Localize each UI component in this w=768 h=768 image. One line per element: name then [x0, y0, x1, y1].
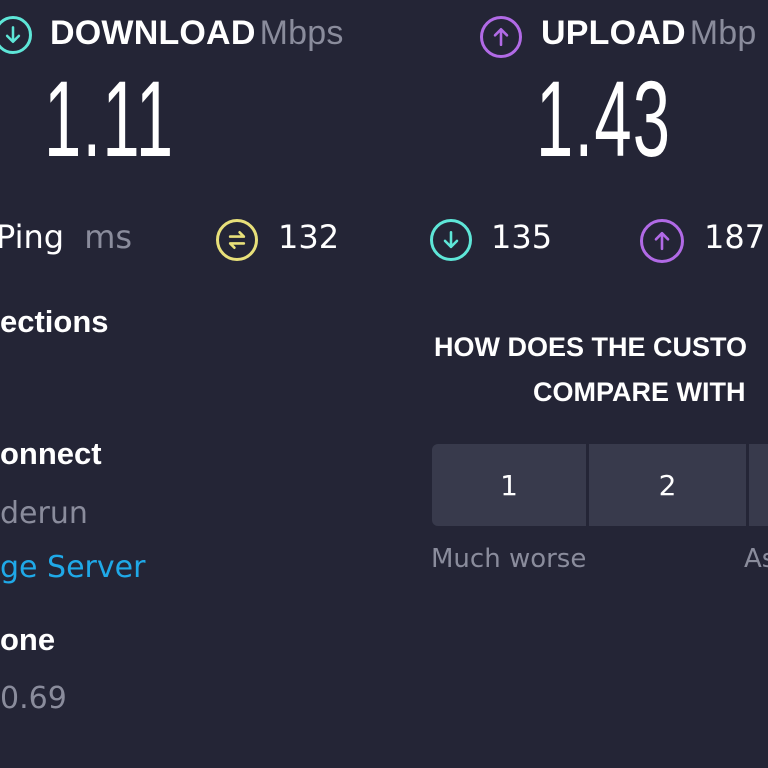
download-label: DOWNLOAD — [50, 14, 256, 52]
connections-heading: ections — [0, 304, 109, 339]
provider-name: derun — [0, 496, 88, 531]
survey-question-line2: COMPARE WITH — [533, 377, 746, 407]
ping-label-group: Ping ms — [0, 218, 132, 256]
download-arrow-icon — [0, 16, 32, 54]
ping-download-value: 135 — [491, 218, 553, 256]
ip-address: 0.69 — [0, 681, 67, 716]
connect-heading: onnect — [0, 436, 102, 471]
upload-speed-value: 1.43 — [536, 58, 672, 179]
ping-idle-value: 132 — [278, 218, 340, 256]
rating-mid-label: As — [744, 544, 768, 574]
upload-label: UPLOAD — [541, 14, 686, 52]
rating-option-2[interactable]: 2 — [589, 444, 746, 526]
speedtest-results-panel: DOWNLOAD Mbps 1.11 UPLOAD Mbp 1.43 Ping ms… — [0, 0, 768, 768]
upload-unit: Mbp — [689, 14, 757, 52]
rating-low-label: Much worse — [431, 544, 587, 574]
download-latency-icon — [430, 219, 472, 261]
change-server-link[interactable]: ge Server — [0, 550, 145, 585]
phone-heading: one — [0, 622, 56, 657]
upload-arrow-icon — [480, 16, 522, 58]
ping-upload-value: 187 — [704, 218, 766, 256]
upload-latency-icon — [640, 219, 684, 263]
download-unit: Mbps — [259, 14, 344, 52]
survey-question-line1: HOW DOES THE CUSTO — [434, 332, 748, 362]
download-speed-value: 1.11 — [44, 58, 175, 179]
download-header: DOWNLOAD Mbps — [50, 14, 344, 53]
ping-label: Ping — [0, 218, 65, 256]
ping-unit: ms — [84, 218, 133, 256]
idle-latency-icon — [216, 219, 258, 261]
rating-option-1[interactable]: 1 — [432, 444, 586, 526]
rating-option-3[interactable] — [749, 444, 768, 526]
upload-header: UPLOAD Mbp — [541, 14, 757, 53]
